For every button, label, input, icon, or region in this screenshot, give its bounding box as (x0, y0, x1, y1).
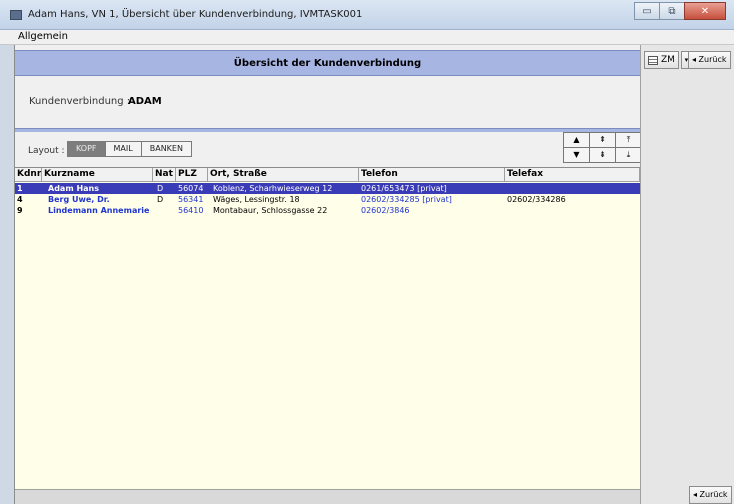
cell-ort: Wäges, Lessingstr. 18 (213, 195, 300, 204)
scroll-up-button[interactable]: ▲ (563, 132, 590, 148)
scroll-down-button[interactable]: ▼ (563, 147, 590, 163)
page-up-button[interactable]: ⇞ (589, 132, 616, 148)
cell-nat: D (157, 184, 164, 193)
layout-banken-button[interactable]: BANKEN (140, 141, 192, 157)
table-row[interactable]: 1 Adam Hans D 56074 Koblenz, Scharhwiese… (15, 183, 640, 194)
bottom-back-button[interactable]: ◂ Zurück (689, 486, 732, 504)
page-title: Übersicht der Kundenverbindung (233, 58, 422, 69)
cell-telefon: 02602/334285 [privat] (361, 195, 452, 204)
main-content: Übersicht der Kundenverbindung Kundenver… (14, 45, 642, 504)
scroll-top-button[interactable]: ⤒ (615, 132, 642, 148)
minimize-button[interactable]: ▭ (634, 2, 660, 20)
cell-kurzname: Adam Hans (48, 184, 99, 193)
right-panel: ZM ▾ ◂ Zurück ◂ Zurück (640, 45, 734, 504)
scroll-bottom-button[interactable]: ⤓ (615, 147, 642, 163)
layout-mail-button[interactable]: MAIL (104, 141, 142, 157)
column-header-kurzname[interactable]: Kurzname (42, 168, 153, 182)
zm-label: ZM (661, 55, 675, 65)
cell-plz: 56341 (178, 195, 204, 204)
cell-kurzname: Lindemann Annemarie (48, 206, 150, 215)
table-row[interactable]: 9 Lindemann Annemarie 56410 Montabaur, S… (15, 205, 640, 216)
column-header-kdnr[interactable]: Kdnr. (15, 168, 42, 182)
layout-label: Layout : (28, 146, 65, 156)
window-controls: ▭ ⧉ ✕ (634, 2, 726, 20)
layout-toggle-group: KOPF MAIL BANKEN (67, 141, 192, 157)
cell-telefon: 0261/653473 [privat] (361, 184, 447, 193)
menu-allgemein[interactable]: Allgemein (18, 31, 68, 42)
column-header-ort[interactable]: Ort, Straße (208, 168, 359, 182)
page-down-button[interactable]: ⇟ (589, 147, 616, 163)
back-button[interactable]: ◂ Zurück (688, 51, 731, 69)
cell-kdnr: 9 (17, 206, 23, 215)
table-row[interactable]: 4 Berg Uwe, Dr. D 56341 Wäges, Lessingst… (15, 194, 640, 205)
app-icon (10, 10, 22, 20)
status-bar (15, 489, 640, 504)
zm-button[interactable]: ZM (644, 51, 679, 69)
cell-nat: D (157, 195, 164, 204)
column-header-telefon[interactable]: Telefon (359, 168, 505, 182)
layout-kopf-button[interactable]: KOPF (67, 141, 106, 157)
scroll-controls: ▲ ⇞ ⤒ ▼ ⇟ ⤓ (563, 132, 642, 163)
header-band: Übersicht der Kundenverbindung (15, 50, 640, 76)
column-header-nat[interactable]: Nat (153, 168, 176, 182)
zm-control: ZM ▾ (644, 51, 692, 69)
column-header-plz[interactable]: PLZ (176, 168, 208, 182)
window-title: Adam Hans, VN 1, Übersicht über Kundenve… (28, 9, 363, 20)
cell-telefax: 02602/334286 (507, 195, 566, 204)
cell-kdnr: 4 (17, 195, 23, 204)
cell-ort: Koblenz, Scharhwieserweg 12 (213, 184, 333, 193)
customer-table: Kdnr. Kurzname Nat PLZ Ort, Straße Telef… (15, 167, 640, 489)
cell-telefon: 02602/3846 (361, 206, 410, 215)
kundenverbindung-label: Kundenverbindung : (29, 96, 131, 107)
section-divider (15, 128, 640, 132)
maximize-button[interactable]: ⧉ (659, 2, 685, 20)
cell-kdnr: 1 (17, 184, 23, 193)
cell-ort: Montabaur, Schlossgasse 22 (213, 206, 328, 215)
list-icon (648, 55, 658, 65)
cell-kurzname: Berg Uwe, Dr. (48, 195, 110, 204)
column-header-telefax[interactable]: Telefax (505, 168, 640, 182)
close-button[interactable]: ✕ (684, 2, 726, 20)
title-bar: Adam Hans, VN 1, Übersicht über Kundenve… (0, 0, 734, 30)
cell-plz: 56410 (178, 206, 204, 215)
kundenverbindung-value: ADAM (128, 96, 162, 107)
cell-plz: 56074 (178, 184, 204, 193)
table-header: Kdnr. Kurzname Nat PLZ Ort, Straße Telef… (15, 168, 640, 182)
menu-bar: Allgemein (0, 30, 734, 45)
